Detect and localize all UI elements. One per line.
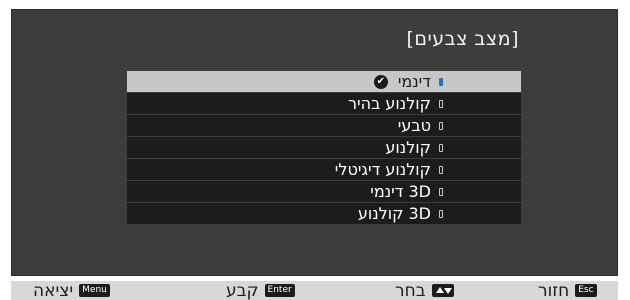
bullet-icon	[439, 77, 443, 86]
menu-item-3d-dynamic[interactable]: 3D דינמי	[127, 181, 521, 202]
select-hint[interactable]: בחר	[395, 281, 454, 300]
menu-item-dynamic[interactable]: דינמי ✔	[127, 71, 521, 92]
exit-hint[interactable]: יציאה Menu	[33, 281, 110, 300]
bullet-icon	[439, 99, 443, 108]
menu-item-label: קולנוע	[385, 138, 431, 157]
set-hint[interactable]: קבע Enter	[226, 281, 295, 300]
menu-item-label: טבעי	[397, 116, 431, 135]
menu-item-3d-cinema[interactable]: 3D קולנוע	[127, 203, 521, 224]
menu-item-digital-cinema[interactable]: קולנוע דיגיטלי	[127, 159, 521, 180]
menu-item-label: קולנוע בהיר	[348, 94, 431, 113]
menu-item-label: 3D דינמי	[370, 182, 431, 201]
exit-label: יציאה	[33, 281, 74, 300]
select-label: בחר	[395, 281, 426, 300]
menu-item-cinema[interactable]: קולנוע	[127, 137, 521, 158]
menu-item-natural[interactable]: טבעי	[127, 115, 521, 136]
projector-screen: [מצב צבעים] דינמי ✔ קולנוע בהיר טבעי קול…	[0, 0, 630, 300]
set-label: קבע	[226, 281, 259, 300]
back-hint[interactable]: חזור Esc	[538, 281, 597, 300]
bullet-icon	[439, 143, 443, 152]
dialog-title: [מצב צבעים]	[406, 28, 519, 50]
menu-item-label: דינמי	[397, 72, 431, 91]
color-mode-dialog: [מצב צבעים] דינמי ✔ קולנוע בהיר טבעי קול…	[11, 9, 618, 276]
bullet-icon	[439, 121, 443, 130]
enter-key-icon: Enter	[264, 284, 295, 297]
menu-item-label: קולנוע דיגיטלי	[334, 160, 431, 179]
menu-item-label: 3D קולנוע	[357, 204, 431, 223]
esc-key-icon: Esc	[575, 284, 597, 297]
menu-item-bright-cinema[interactable]: קולנוע בהיר	[127, 93, 521, 114]
checkmark-icon: ✔	[373, 74, 388, 89]
up-down-arrows-icon	[431, 284, 454, 297]
bullet-icon	[439, 209, 443, 218]
color-mode-list: דינמי ✔ קולנוע בהיר טבעי קולנוע קולנוע ד…	[127, 71, 521, 225]
menu-key-icon: Menu	[79, 284, 110, 297]
back-label: חזור	[538, 281, 570, 300]
key-guide-bar: יציאה Menu קבע Enter בחר חזור Esc	[11, 281, 618, 300]
bullet-icon	[439, 187, 443, 196]
bullet-icon	[439, 165, 443, 174]
